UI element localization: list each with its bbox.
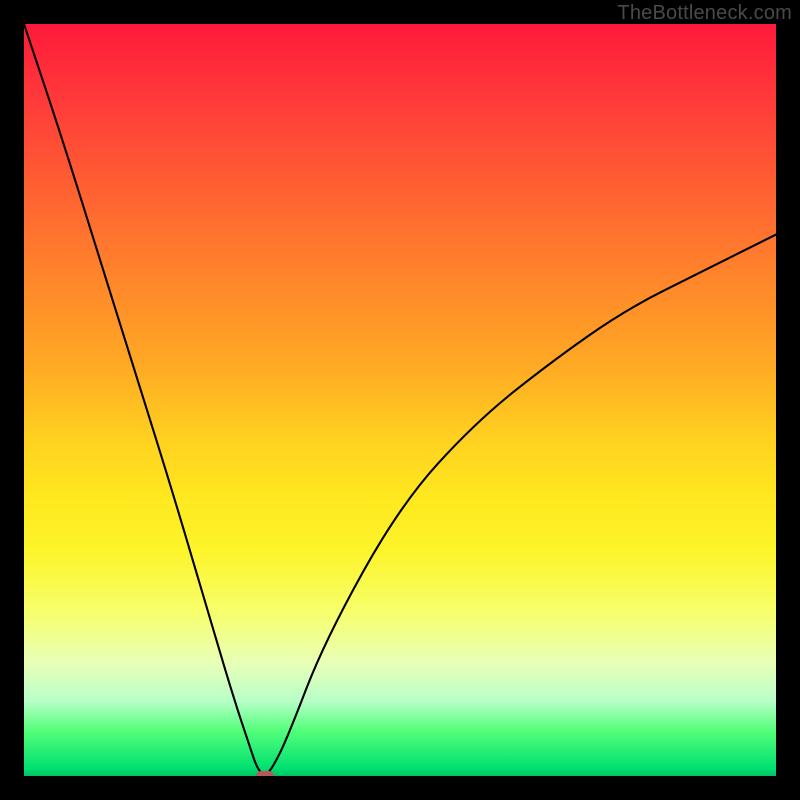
watermark-text: TheBottleneck.com	[617, 2, 792, 25]
chart-frame: TheBottleneck.com	[0, 0, 800, 800]
plot-area	[24, 24, 776, 776]
bottleneck-curve	[24, 24, 776, 776]
optimal-point-marker	[256, 771, 274, 776]
curve-path	[24, 24, 776, 774]
